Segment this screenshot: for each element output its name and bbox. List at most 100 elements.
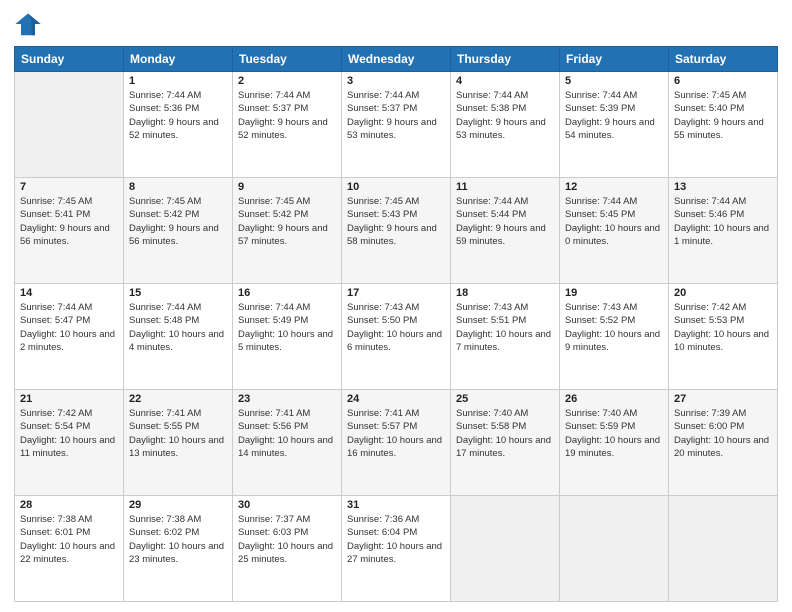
day-cell: 24 Sunrise: 7:41 AMSunset: 5:57 PMDayligh… (342, 390, 451, 496)
day-number: 11 (456, 181, 554, 193)
day-cell: 21Sunrise: 7:42 AMSunset: 5:54 PMDayligh… (15, 390, 124, 496)
header-cell-monday: Monday (124, 47, 233, 72)
day-info: Sunrise: 7:44 AMSunset: 5:49 PMDaylight:… (238, 301, 336, 354)
day-number: 26 (565, 393, 663, 405)
day-info: Sunrise: 7:45 AMSunset: 5:43 PMDaylight:… (347, 195, 445, 248)
day-cell: 17Sunrise: 7:43 AMSunset: 5:50 PMDayligh… (342, 284, 451, 390)
day-number: 7 (20, 181, 118, 193)
day-cell: 7 Sunrise: 7:45 AMSunset: 5:41 PMDaylight… (15, 178, 124, 284)
day-info: Sunrise: 7:38 AMSunset: 6:01 PMDaylight:… (20, 513, 118, 566)
day-cell: 3 Sunrise: 7:44 AMSunset: 5:37 PMDaylight… (342, 72, 451, 178)
header-cell-tuesday: Tuesday (233, 47, 342, 72)
day-cell: 18 Sunrise: 7:43 AMSunset: 5:51 PMDayligh… (451, 284, 560, 390)
day-number: 2 (238, 75, 336, 87)
day-cell: 12 Sunrise: 7:44 AMSunset: 5:45 PMDayligh… (560, 178, 669, 284)
day-cell: 27 Sunrise: 7:39 AMSunset: 6:00 PMDayligh… (669, 390, 778, 496)
day-cell (560, 496, 669, 602)
day-info: Sunrise: 7:36 AMSunset: 6:04 PMDaylight:… (347, 513, 445, 566)
day-info: Sunrise: 7:45 AMSunset: 5:40 PMDaylight:… (674, 89, 772, 142)
day-info: Sunrise: 7:41 AMSunset: 5:56 PMDaylight:… (238, 407, 336, 460)
day-cell (15, 72, 124, 178)
logo (14, 10, 46, 38)
day-info: Sunrise: 7:37 AMSunset: 6:03 PMDaylight:… (238, 513, 336, 566)
day-cell: 26 Sunrise: 7:40 AMSunset: 5:59 PMDayligh… (560, 390, 669, 496)
day-info: Sunrise: 7:43 AMSunset: 5:51 PMDaylight:… (456, 301, 554, 354)
day-number: 23 (238, 393, 336, 405)
day-number: 15 (129, 287, 227, 299)
header (14, 10, 778, 38)
page: SundayMondayTuesdayWednesdayThursdayFrid… (0, 0, 792, 612)
day-info: Sunrise: 7:40 AMSunset: 5:59 PMDaylight:… (565, 407, 663, 460)
day-number: 19 (565, 287, 663, 299)
day-number: 25 (456, 393, 554, 405)
day-info: Sunrise: 7:44 AMSunset: 5:36 PMDaylight:… (129, 89, 227, 142)
day-number: 27 (674, 393, 772, 405)
day-number: 6 (674, 75, 772, 87)
header-cell-sunday: Sunday (15, 47, 124, 72)
calendar-header: SundayMondayTuesdayWednesdayThursdayFrid… (15, 47, 778, 72)
day-cell: 13 Sunrise: 7:44 AMSunset: 5:46 PMDayligh… (669, 178, 778, 284)
calendar-table: SundayMondayTuesdayWednesdayThursdayFrid… (14, 46, 778, 602)
day-cell: 11Sunrise: 7:44 AMSunset: 5:44 PMDayligh… (451, 178, 560, 284)
day-number: 3 (347, 75, 445, 87)
day-cell: 2 Sunrise: 7:44 AMSunset: 5:37 PMDaylight… (233, 72, 342, 178)
day-number: 12 (565, 181, 663, 193)
day-number: 17 (347, 287, 445, 299)
header-cell-friday: Friday (560, 47, 669, 72)
day-info: Sunrise: 7:45 AMSunset: 5:42 PMDaylight:… (238, 195, 336, 248)
day-cell: 19 Sunrise: 7:43 AMSunset: 5:52 PMDayligh… (560, 284, 669, 390)
day-cell: 16 Sunrise: 7:44 AMSunset: 5:49 PMDayligh… (233, 284, 342, 390)
week-row-5: 28 Sunrise: 7:38 AMSunset: 6:01 PMDayligh… (15, 496, 778, 602)
day-number: 13 (674, 181, 772, 193)
day-cell: 25 Sunrise: 7:40 AMSunset: 5:58 PMDayligh… (451, 390, 560, 496)
day-number: 1 (129, 75, 227, 87)
day-number: 29 (129, 499, 227, 511)
logo-icon (14, 10, 42, 38)
day-number: 28 (20, 499, 118, 511)
day-number: 31 (347, 499, 445, 511)
day-info: Sunrise: 7:44 AMSunset: 5:39 PMDaylight:… (565, 89, 663, 142)
day-info: Sunrise: 7:41 AMSunset: 5:57 PMDaylight:… (347, 407, 445, 460)
header-cell-thursday: Thursday (451, 47, 560, 72)
day-number: 18 (456, 287, 554, 299)
day-number: 16 (238, 287, 336, 299)
day-cell (451, 496, 560, 602)
day-info: Sunrise: 7:44 AMSunset: 5:38 PMDaylight:… (456, 89, 554, 142)
calendar-body: 1 Sunrise: 7:44 AMSunset: 5:36 PMDaylight… (15, 72, 778, 602)
header-cell-wednesday: Wednesday (342, 47, 451, 72)
day-cell: 10 Sunrise: 7:45 AMSunset: 5:43 PMDayligh… (342, 178, 451, 284)
day-cell: 1 Sunrise: 7:44 AMSunset: 5:36 PMDaylight… (124, 72, 233, 178)
day-cell: 30 Sunrise: 7:37 AMSunset: 6:03 PMDayligh… (233, 496, 342, 602)
day-cell: 9Sunrise: 7:45 AMSunset: 5:42 PMDaylight… (233, 178, 342, 284)
day-number: 4 (456, 75, 554, 87)
day-cell: 6 Sunrise: 7:45 AMSunset: 5:40 PMDaylight… (669, 72, 778, 178)
day-cell: 15Sunrise: 7:44 AMSunset: 5:48 PMDayligh… (124, 284, 233, 390)
day-number: 8 (129, 181, 227, 193)
day-cell (669, 496, 778, 602)
day-info: Sunrise: 7:44 AMSunset: 5:45 PMDaylight:… (565, 195, 663, 248)
day-number: 24 (347, 393, 445, 405)
day-info: Sunrise: 7:44 AMSunset: 5:37 PMDaylight:… (238, 89, 336, 142)
week-row-2: 7 Sunrise: 7:45 AMSunset: 5:41 PMDaylight… (15, 178, 778, 284)
day-number: 20 (674, 287, 772, 299)
day-info: Sunrise: 7:42 AMSunset: 5:53 PMDaylight:… (674, 301, 772, 354)
day-info: Sunrise: 7:43 AMSunset: 5:52 PMDaylight:… (565, 301, 663, 354)
day-info: Sunrise: 7:44 AMSunset: 5:47 PMDaylight:… (20, 301, 118, 354)
day-number: 30 (238, 499, 336, 511)
day-info: Sunrise: 7:42 AMSunset: 5:54 PMDaylight:… (20, 407, 118, 460)
day-info: Sunrise: 7:39 AMSunset: 6:00 PMDaylight:… (674, 407, 772, 460)
day-info: Sunrise: 7:44 AMSunset: 5:46 PMDaylight:… (674, 195, 772, 248)
header-cell-saturday: Saturday (669, 47, 778, 72)
day-info: Sunrise: 7:38 AMSunset: 6:02 PMDaylight:… (129, 513, 227, 566)
day-info: Sunrise: 7:45 AMSunset: 5:41 PMDaylight:… (20, 195, 118, 248)
day-cell: 28 Sunrise: 7:38 AMSunset: 6:01 PMDayligh… (15, 496, 124, 602)
day-cell: 29 Sunrise: 7:38 AMSunset: 6:02 PMDayligh… (124, 496, 233, 602)
day-number: 10 (347, 181, 445, 193)
day-cell: 23 Sunrise: 7:41 AMSunset: 5:56 PMDayligh… (233, 390, 342, 496)
day-cell: 5 Sunrise: 7:44 AMSunset: 5:39 PMDaylight… (560, 72, 669, 178)
day-info: Sunrise: 7:44 AMSunset: 5:37 PMDaylight:… (347, 89, 445, 142)
week-row-3: 14Sunrise: 7:44 AMSunset: 5:47 PMDayligh… (15, 284, 778, 390)
day-cell: 20 Sunrise: 7:42 AMSunset: 5:53 PMDayligh… (669, 284, 778, 390)
day-info: Sunrise: 7:40 AMSunset: 5:58 PMDaylight:… (456, 407, 554, 460)
day-number: 5 (565, 75, 663, 87)
